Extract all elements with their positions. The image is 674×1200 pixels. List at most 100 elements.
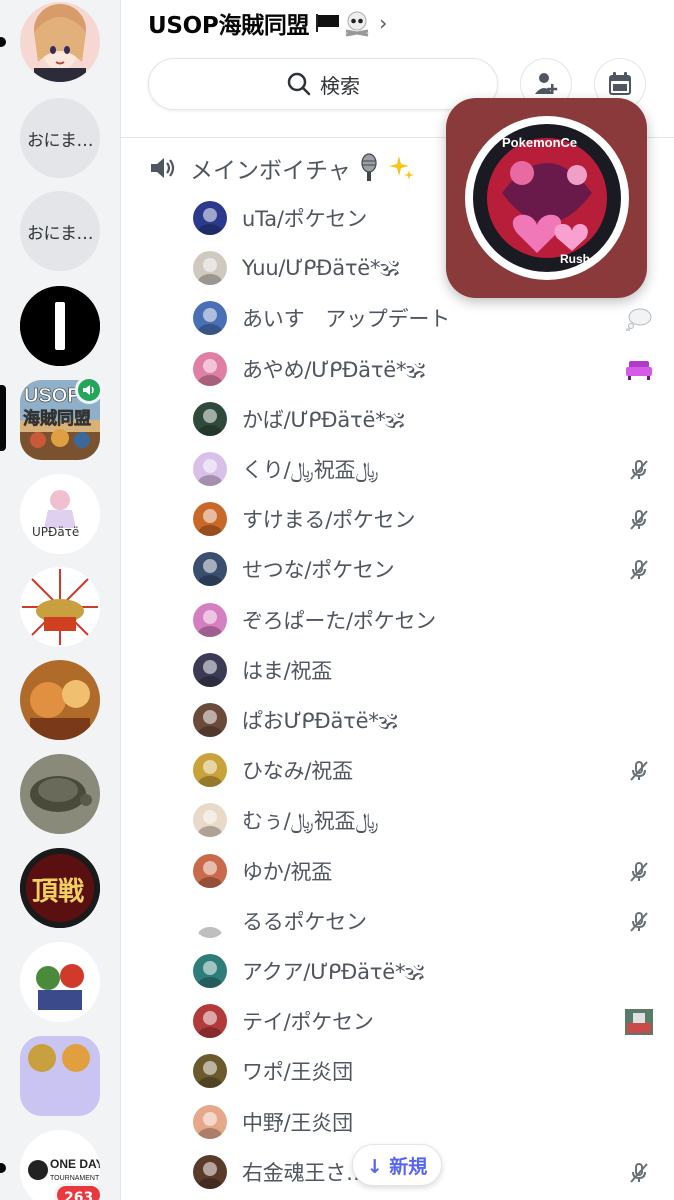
voice-member[interactable]: 中野/王炎団 (193, 1101, 653, 1143)
avatar-image (193, 904, 227, 938)
member-name: ぱおƯᑭĐäτë*🕉 (242, 709, 398, 733)
voice-member[interactable]: むぅ/﷼祝盃﷼ (193, 799, 653, 841)
add-member-icon (535, 73, 558, 94)
member-name: アクア/ƯᑭĐäτë*🕉 (242, 960, 424, 984)
update-server-image: UPĐäτë (20, 474, 100, 554)
server-icon-tournament[interactable]: 頂戦 (20, 848, 100, 928)
avatar-image (193, 352, 227, 386)
server-header[interactable]: USOP海賊同盟 › (148, 6, 387, 40)
folder-label: おにま… (27, 223, 94, 244)
member-avatar (193, 552, 227, 586)
avatar-image (193, 854, 227, 888)
new-messages-button[interactable]: ↓ 新規 (352, 1144, 442, 1186)
member-name: かば/ƯᑭĐäτë*🕉 (242, 408, 405, 432)
oneday-label: ONE DAY (50, 1157, 100, 1171)
title-emoji (315, 9, 371, 37)
muted-mic-icon (625, 1159, 653, 1187)
search-label: 検索 (320, 73, 360, 98)
member-avatar (193, 301, 227, 335)
voice-member[interactable]: あやめ/ƯᑭĐäτë*🕉 (193, 348, 653, 390)
usop-label: USOP (24, 385, 81, 407)
speaker-icon (83, 385, 94, 395)
voice-member[interactable]: アクア/ƯᑭĐäτë*🕉 (193, 950, 653, 992)
muted-mic-icon (630, 1163, 648, 1183)
voice-channel[interactable]: メインボイチャ (148, 150, 415, 186)
voice-member[interactable]: ぱおƯᑭĐäτë*🕉 (193, 699, 653, 741)
member-name: あやめ/ƯᑭĐäτë*🕉 (242, 358, 425, 382)
stream-thumbnail-image (625, 1009, 653, 1035)
member-avatar (193, 954, 227, 988)
muted-mic-icon (630, 912, 648, 932)
avatar-image (193, 552, 227, 586)
voice-member[interactable]: はま/祝盃 (193, 649, 653, 691)
server-folder-1[interactable]: おにま… (20, 98, 100, 178)
muted-mic-icon (625, 456, 653, 484)
voice-member[interactable]: ワポ/王炎団 (193, 1050, 653, 1092)
unread-indicator (0, 37, 6, 47)
voice-member[interactable]: ぞろぱーた/ポケセン (193, 599, 653, 641)
server-folder-3[interactable] (20, 1036, 100, 1116)
member-avatar (193, 502, 227, 536)
black-flag-icon (316, 14, 340, 32)
member-name: ゆか/祝盃 (242, 860, 333, 884)
member-name: あいす アップデート (242, 307, 450, 331)
oneday-label-2: TOURNAMENT (50, 1175, 100, 1182)
speaker-icon (151, 158, 175, 178)
member-name: ワポ/王炎団 (242, 1060, 353, 1084)
avatar-image (193, 502, 227, 536)
server-title: USOP海賊同盟 (148, 13, 310, 39)
server-icon-event[interactable] (20, 567, 100, 647)
skull-crossbones-icon (345, 11, 369, 37)
member-name: ひなみ/祝盃 (242, 759, 353, 783)
voice-member[interactable]: かば/ƯᑭĐäτë*🕉 (193, 398, 653, 440)
member-avatar (193, 251, 227, 285)
member-avatar (193, 904, 227, 938)
voice-active-badge (75, 376, 103, 404)
avatar-image (193, 251, 227, 285)
avatar-image (193, 402, 227, 436)
voice-member[interactable]: ひなみ/祝盃 (193, 749, 653, 791)
voice-member[interactable]: せつな/ポケセン (193, 548, 653, 590)
member-name: テイ/ポケセン (242, 1010, 374, 1034)
muted-mic-icon (625, 858, 653, 886)
server-icon-pirates[interactable] (20, 942, 100, 1022)
server-icon-food[interactable] (20, 660, 100, 740)
voice-member[interactable]: ゆか/祝盃 (193, 850, 653, 892)
search-button[interactable]: 検索 (148, 58, 498, 110)
sparkles-icon (388, 156, 414, 180)
muted-mic-icon (630, 761, 648, 781)
voice-member[interactable]: テイ/ポケセン (193, 1000, 653, 1042)
tournament-server-image: 頂戦 (20, 848, 100, 928)
server-folder-2[interactable]: おにま… (20, 191, 100, 271)
avatar-image (193, 452, 227, 486)
selected-indicator (0, 385, 6, 451)
muted-mic-icon (630, 862, 648, 882)
member-name: はま/祝盃 (242, 659, 333, 683)
server-rail: おにま… おにま… USOP 海賊同盟 UPĐäτë 頂戦 ONE DAY TO… (0, 0, 121, 1200)
voice-member[interactable]: るるポケセン (193, 900, 653, 942)
food-server-image (20, 660, 100, 740)
activity-icon (625, 356, 653, 384)
avatar-image (193, 1155, 227, 1189)
avatar-preview-popup[interactable]: PokemonCe Rush (446, 98, 647, 298)
usop-label-2: 海賊同盟 (23, 408, 91, 429)
voice-member[interactable]: すけまる/ポケセン (193, 498, 653, 540)
server-icon-profile[interactable] (20, 2, 100, 82)
avatar-image (193, 954, 227, 988)
member-name: すけまる/ポケセン (242, 508, 416, 532)
server-icon-update[interactable]: UPĐäτë (20, 474, 100, 554)
mention-badge: 263 (54, 1183, 104, 1200)
avatar-image (193, 1105, 227, 1139)
voice-member[interactable]: あいす アップデート (193, 297, 653, 339)
muted-mic-icon (625, 757, 653, 785)
avatar-image (193, 301, 227, 335)
server-icon-turtle[interactable] (20, 754, 100, 834)
member-name: uTa/ポケセン (242, 207, 368, 231)
muted-mic-icon (625, 506, 653, 534)
voice-member[interactable]: くり/﷼祝盃﷼ (193, 448, 653, 490)
unread-indicator (0, 1163, 6, 1173)
search-icon (287, 72, 311, 96)
muted-mic-icon (630, 560, 648, 580)
stream-thumbnail (625, 1008, 653, 1036)
server-icon-black[interactable] (20, 286, 100, 366)
